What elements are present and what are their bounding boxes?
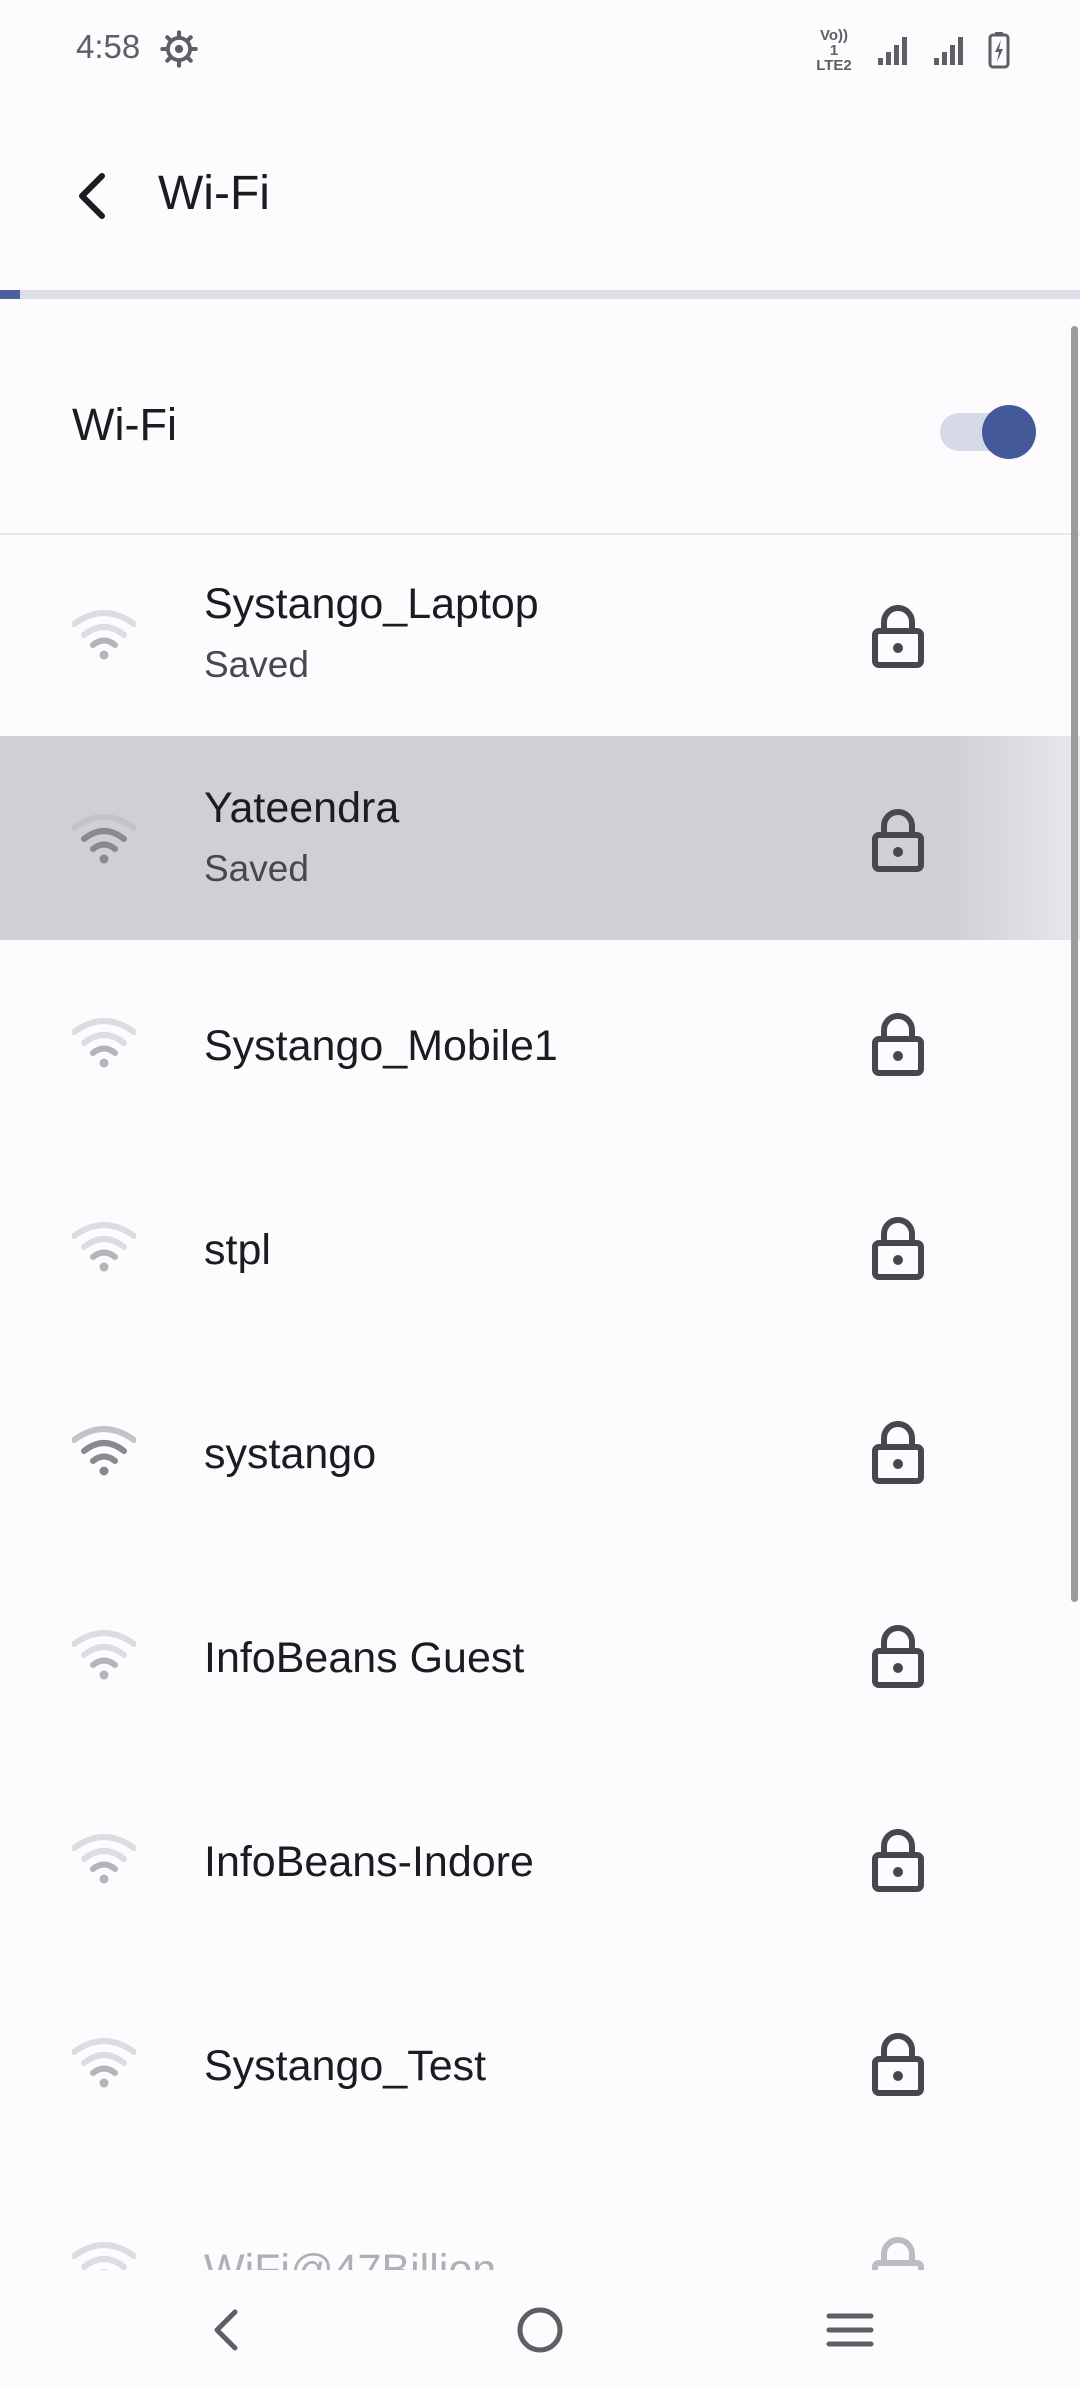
network-item[interactable]: stpl	[0, 1144, 1080, 1348]
signal-sim1-icon	[878, 37, 907, 65]
wifi-settings-screen: 4:58 Vo)) 1 LTE2 Wi-Fi Wi-Fi Systango_La…	[0, 0, 1080, 2388]
volte-line2: LTE2	[816, 56, 852, 74]
wifi-signal-icon	[72, 2038, 136, 2088]
network-name: Yateendra	[204, 784, 400, 832]
wifi-signal-icon	[72, 610, 136, 660]
wifi-toggle-label: Wi-Fi	[72, 399, 177, 450]
lock-icon	[872, 1013, 924, 1076]
status-icons: Vo)) 1 LTE2	[814, 28, 1010, 73]
network-name: InfoBeans-Indore	[204, 1838, 534, 1886]
settings-gear-icon	[160, 30, 198, 68]
scanning-progress-indicator	[0, 290, 20, 299]
network-name: Systango_Test	[204, 2042, 487, 2090]
network-status: Saved	[204, 644, 309, 685]
network-item[interactable]: InfoBeans Guest	[0, 1552, 1080, 1756]
network-name: Systango_Mobile1	[204, 1022, 558, 1070]
network-name: InfoBeans Guest	[204, 1634, 525, 1682]
back-arrow-icon[interactable]	[66, 160, 126, 232]
wifi-signal-icon	[72, 1834, 136, 1884]
lock-icon	[872, 1625, 924, 1688]
nav-home-icon[interactable]	[505, 2298, 575, 2362]
network-name: systango	[204, 1430, 377, 1478]
network-status: Saved	[204, 848, 309, 889]
wifi-signal-icon	[72, 1426, 136, 1476]
lock-icon	[872, 1421, 924, 1484]
scrollbar[interactable]	[1071, 326, 1078, 1602]
switch-thumb	[982, 405, 1036, 459]
battery-charging-icon	[988, 32, 1010, 69]
wifi-signal-icon	[72, 814, 136, 864]
top-app-bar: Wi-Fi	[0, 100, 1080, 290]
system-navigation-bar	[0, 2270, 1080, 2388]
wifi-switch[interactable]	[940, 405, 1036, 459]
lock-icon	[872, 605, 924, 668]
network-list: Systango_Laptop Saved Yateendra Saved Systan…	[0, 532, 1080, 2368]
volte-indicator: Vo)) 1 LTE2	[814, 28, 854, 73]
network-item[interactable]: Systango_Test	[0, 1960, 1080, 2164]
lock-icon	[872, 2033, 924, 2096]
lock-icon	[872, 1217, 924, 1280]
wifi-signal-icon	[72, 1222, 136, 1272]
network-item[interactable]: Systango_Mobile1	[0, 940, 1080, 1144]
status-time: 4:58	[76, 28, 141, 65]
network-name: Systango_Laptop	[204, 580, 539, 628]
network-item[interactable]: InfoBeans-Indore	[0, 1756, 1080, 1960]
wifi-signal-icon	[72, 1018, 136, 1068]
lock-icon	[872, 809, 924, 872]
network-item[interactable]: Systango_Laptop Saved	[0, 532, 1080, 736]
signal-sim2-icon	[934, 37, 963, 65]
volte-line1: Vo)) 1	[819, 26, 849, 59]
wifi-signal-icon	[72, 1630, 136, 1680]
nav-back-icon[interactable]	[195, 2298, 265, 2362]
network-item[interactable]: Yateendra Saved	[0, 736, 1080, 940]
network-name: stpl	[204, 1226, 271, 1274]
page-title: Wi-Fi	[158, 167, 270, 220]
status-bar: 4:58 Vo)) 1 LTE2	[0, 0, 1080, 100]
scanning-progress-bar	[0, 290, 1080, 299]
network-item[interactable]: systango	[0, 1348, 1080, 1552]
wifi-toggle-row[interactable]: Wi-Fi	[0, 299, 1080, 535]
nav-recents-menu-icon[interactable]	[815, 2298, 885, 2362]
lock-icon	[872, 1829, 924, 1892]
